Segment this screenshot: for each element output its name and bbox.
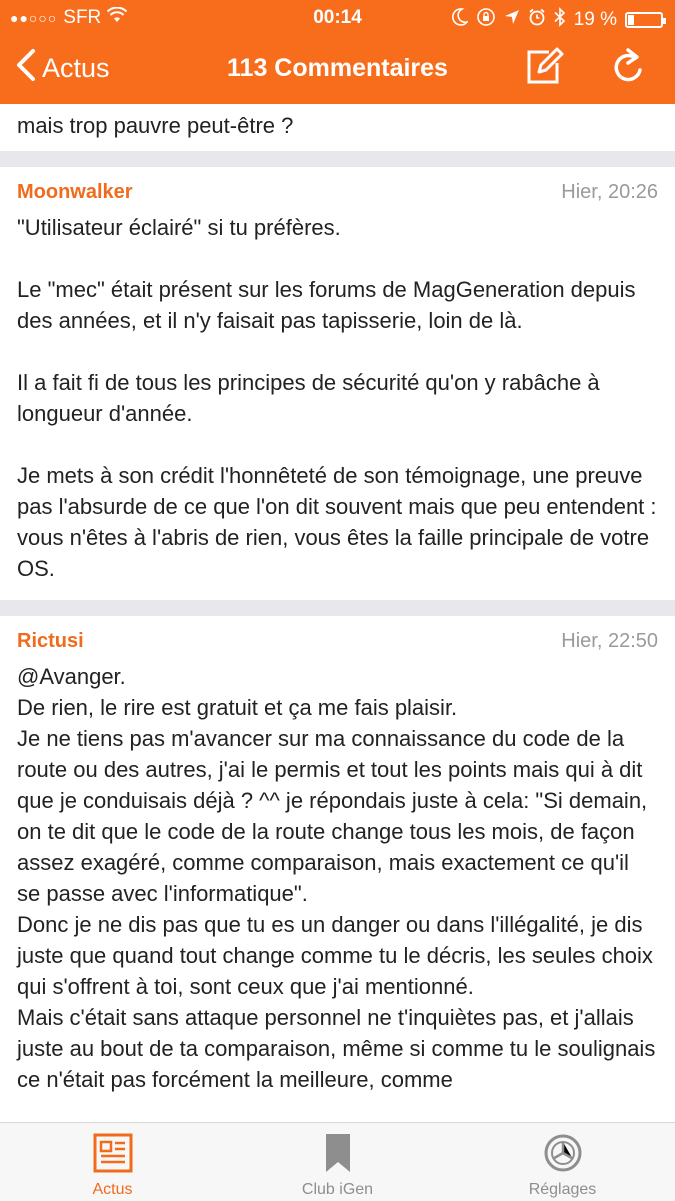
comment-header: Moonwalker Hier, 20:26 [17, 181, 658, 204]
alarm-icon [528, 8, 546, 32]
battery-percent: 19 % [573, 9, 617, 30]
tab-club-igen[interactable]: Club iGen [225, 1131, 450, 1199]
comment-separator [0, 600, 675, 616]
comment-line: De rien, le rire est gratuit et ça me fa… [17, 695, 458, 720]
comment-item: Moonwalker Hier, 20:26 "Utilisateur écla… [0, 167, 675, 600]
status-right: 19 % [451, 7, 666, 33]
tab-reglages[interactable]: Réglages [450, 1131, 675, 1199]
location-arrow-icon [504, 9, 520, 31]
navigation-bar: Actus 113 Commentaires [0, 36, 675, 104]
page-title: 113 Commentaires [227, 54, 448, 82]
comment-body: @Avanger. De rien, le rire est gratuit e… [17, 661, 658, 1095]
moon-icon [451, 8, 469, 32]
compose-icon [523, 46, 565, 93]
battery-level [628, 15, 635, 25]
comment-author[interactable]: Rictusi [17, 630, 84, 653]
status-bar: ●●○○○ SFR 00:14 19 % [0, 0, 675, 36]
orientation-lock-icon [476, 7, 496, 33]
comment-paragraph: Le "mec" était présent sur les forums de… [17, 277, 636, 333]
comment-line: Donc je ne dis pas que tu es un danger o… [17, 912, 653, 999]
comment-author[interactable]: Moonwalker [17, 181, 133, 204]
comment-timestamp: Hier, 20:26 [561, 181, 658, 203]
refresh-button[interactable] [605, 46, 651, 92]
comment-paragraph: "Utilisateur éclairé" si tu préfères. [17, 215, 341, 240]
newspaper-icon [0, 1131, 225, 1175]
comment-line: Je ne tiens pas m'avancer sur ma connais… [17, 726, 648, 906]
tab-bar: Actus Club iGen Réglages [0, 1122, 675, 1201]
comment-line: Mais c'était sans attaque personnel ne t… [17, 1005, 656, 1092]
comment-paragraph: Je mets à son crédit l'honnêteté de son … [17, 463, 657, 581]
comment-partial-text: mais trop pauvre peut-être ? [17, 113, 294, 138]
tab-label: Réglages [528, 1181, 597, 1198]
comment-timestamp: Hier, 22:50 [561, 630, 658, 652]
bluetooth-icon [554, 7, 566, 33]
comment-header: Rictusi Hier, 22:50 [17, 630, 658, 653]
tab-actus[interactable]: Actus [0, 1131, 225, 1199]
bookmark-icon [225, 1131, 450, 1175]
compose-button[interactable] [521, 46, 567, 92]
tab-label: Actus [92, 1181, 133, 1198]
comments-list[interactable]: mais trop pauvre peut-être ? Moonwalker … [0, 104, 675, 1122]
battery-icon [625, 12, 666, 28]
refresh-icon [610, 47, 646, 91]
comment-item: Rictusi Hier, 22:50 @Avanger. De rien, l… [0, 616, 675, 1111]
comment-paragraph: Il a fait fi de tous les principes de sé… [17, 370, 600, 426]
comment-separator [0, 151, 675, 167]
comment-body: "Utilisateur éclairé" si tu préfères. Le… [17, 212, 658, 584]
tab-label: Club iGen [301, 1181, 374, 1198]
comment-line: @Avanger. [17, 664, 126, 689]
settings-wheel-icon [450, 1131, 675, 1175]
